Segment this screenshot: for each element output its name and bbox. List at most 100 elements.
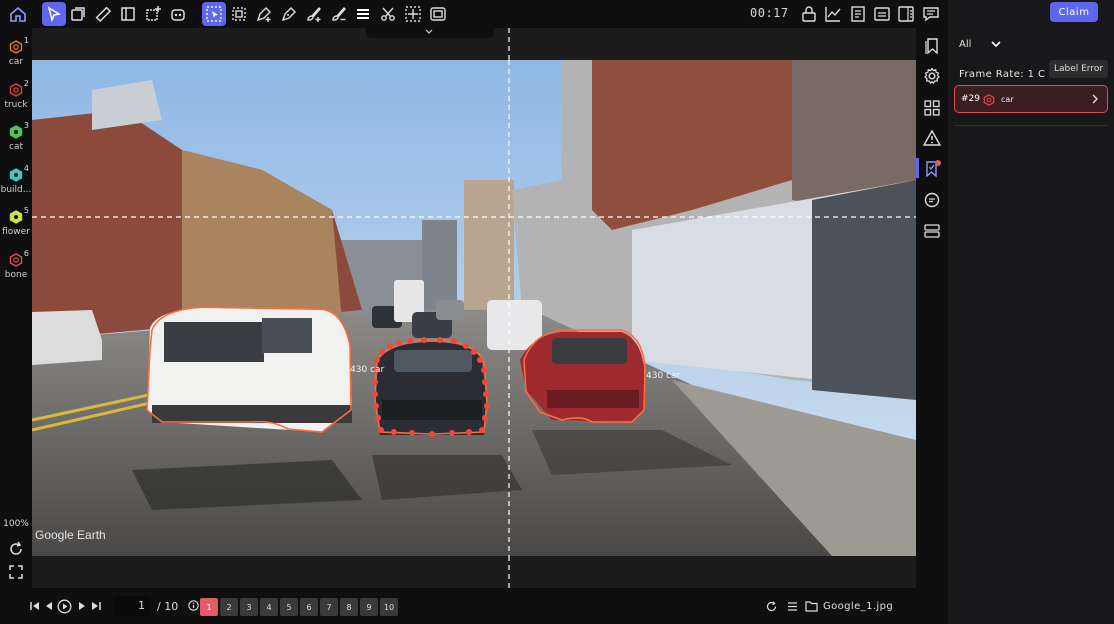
ruler-icon[interactable] (91, 2, 115, 26)
brush-add-icon[interactable] (302, 2, 326, 26)
label-name: build... (0, 185, 32, 195)
object-list-item[interactable]: #29 car (954, 85, 1108, 113)
refresh-icon[interactable] (766, 601, 777, 612)
frame-thumb[interactable]: 1 (200, 598, 218, 616)
frame-thumb[interactable]: 9 (360, 598, 378, 616)
select-icon[interactable] (42, 2, 66, 26)
label-hotkey: 1 (23, 36, 29, 45)
frame-thumb[interactable]: 8 (340, 598, 358, 616)
label-name: cat (9, 142, 23, 152)
chevron-down-icon (991, 40, 1001, 47)
scissors-icon[interactable] (376, 2, 400, 26)
comment-icon[interactable] (919, 2, 943, 26)
home-icon[interactable] (6, 2, 30, 26)
rectangle-icon[interactable] (66, 2, 90, 26)
pen-add-icon[interactable] (252, 2, 276, 26)
label-hotkey: 5 (23, 206, 29, 215)
bookmark-list-icon[interactable] (923, 37, 941, 55)
previous-frame-icon[interactable] (44, 601, 54, 611)
brush-remove-icon[interactable] (327, 2, 351, 26)
subtitle-icon[interactable] (870, 2, 894, 26)
lock-icon[interactable] (797, 2, 821, 26)
gear-icon[interactable] (923, 67, 941, 85)
frame-icon[interactable] (426, 2, 450, 26)
frame-thumb[interactable]: 3 (240, 598, 258, 616)
last-frame-icon[interactable] (91, 601, 101, 611)
filter-dropdown[interactable]: All (959, 39, 1001, 50)
play-icon[interactable] (57, 599, 72, 614)
auto-select-icon[interactable] (202, 2, 226, 26)
label-item-flower[interactable]: 5 flower (0, 206, 32, 237)
warning-icon[interactable] (923, 129, 941, 147)
first-frame-icon[interactable] (30, 601, 40, 611)
label-item-car[interactable]: 1 car (0, 36, 32, 67)
object-id: #29 (961, 94, 980, 104)
vertical-guide (508, 28, 510, 60)
label-error-icon[interactable] (923, 160, 941, 178)
split-icon[interactable] (894, 2, 918, 26)
vertical-guide (508, 556, 510, 588)
reset-icon[interactable] (7, 540, 25, 558)
label-name: flower (2, 227, 30, 237)
folder-icon[interactable] (805, 600, 818, 612)
storage-icon[interactable] (923, 222, 941, 240)
crop-icon[interactable] (227, 2, 251, 26)
frame-thumb[interactable]: 7 (320, 598, 338, 616)
chevron-down-icon (425, 29, 433, 34)
chart-icon[interactable] (821, 2, 845, 26)
label-name: car (8, 57, 24, 67)
image-canvas[interactable]: 430 car 430 car Google Earth (32, 28, 916, 588)
label-item-bone[interactable]: 6 bone (0, 249, 32, 280)
document-icon[interactable] (846, 2, 870, 26)
hexagon-icon (983, 94, 995, 106)
info-icon[interactable] (188, 600, 199, 611)
google-earth-watermark: Google Earth (35, 528, 106, 542)
hexagon-icon (9, 210, 23, 224)
chat-icon[interactable] (923, 191, 941, 209)
label-sidebar: 1 car 2 truck 3 cat 4 build... 5 flower … (0, 28, 32, 624)
menu-icon[interactable] (351, 2, 375, 26)
grid-icon[interactable] (401, 2, 425, 26)
label-hotkey: 6 (23, 249, 29, 258)
label-item-cat[interactable]: 3 cat (0, 121, 32, 152)
chevron-right-icon[interactable] (1091, 94, 1099, 104)
claim-button[interactable]: Claim (1050, 2, 1098, 22)
fullscreen-icon[interactable] (7, 563, 25, 581)
pen-icon[interactable] (277, 2, 301, 26)
grid-view-icon[interactable] (923, 99, 941, 117)
tooltip: Label Error (1049, 60, 1108, 78)
hexagon-icon (9, 83, 23, 97)
hexagon-icon (9, 40, 23, 54)
selected-indicator (916, 158, 919, 178)
zoom-level[interactable]: 100% (0, 519, 32, 529)
top-toolbar: 00:17 (0, 0, 948, 28)
panel-icon[interactable] (116, 2, 140, 26)
frame-rate: Frame Rate: 1 C (959, 69, 1046, 80)
frame-thumb[interactable]: 5 (280, 598, 298, 616)
add-box-icon[interactable] (141, 2, 165, 26)
frame-thumb[interactable]: 4 (260, 598, 278, 616)
file-name: Google_1.jpg (823, 601, 894, 612)
hexagon-icon (9, 168, 23, 182)
divider (954, 125, 1108, 126)
label-hotkey: 3 (23, 121, 29, 130)
right-panel: Claim All Frame Rate: 1 C Label Error #2… (948, 0, 1114, 624)
bottom-bar: 1 / 10 1 2 3 4 5 6 7 8 9 10 Google_1.jpg (0, 588, 948, 624)
label-hotkey: 4 (23, 164, 29, 173)
label-name: bone (4, 270, 28, 280)
robot-icon[interactable] (166, 2, 190, 26)
frame-thumb[interactable]: 2 (220, 598, 238, 616)
label-item-building[interactable]: 4 build... (0, 164, 32, 195)
filter-value: All (959, 39, 972, 50)
frame-thumb[interactable]: 6 (300, 598, 318, 616)
label-item-truck[interactable]: 2 truck (0, 79, 32, 110)
timer: 00:17 (750, 6, 789, 20)
frame-thumb[interactable]: 10 (380, 598, 398, 616)
canvas-collapse-tab[interactable] (366, 28, 494, 38)
list-icon[interactable] (787, 601, 798, 612)
hexagon-icon (9, 253, 23, 267)
page-total: / 10 (157, 600, 179, 613)
next-frame-icon[interactable] (77, 601, 87, 611)
page-input[interactable]: 1 (113, 596, 151, 616)
right-icon-column (916, 28, 948, 624)
